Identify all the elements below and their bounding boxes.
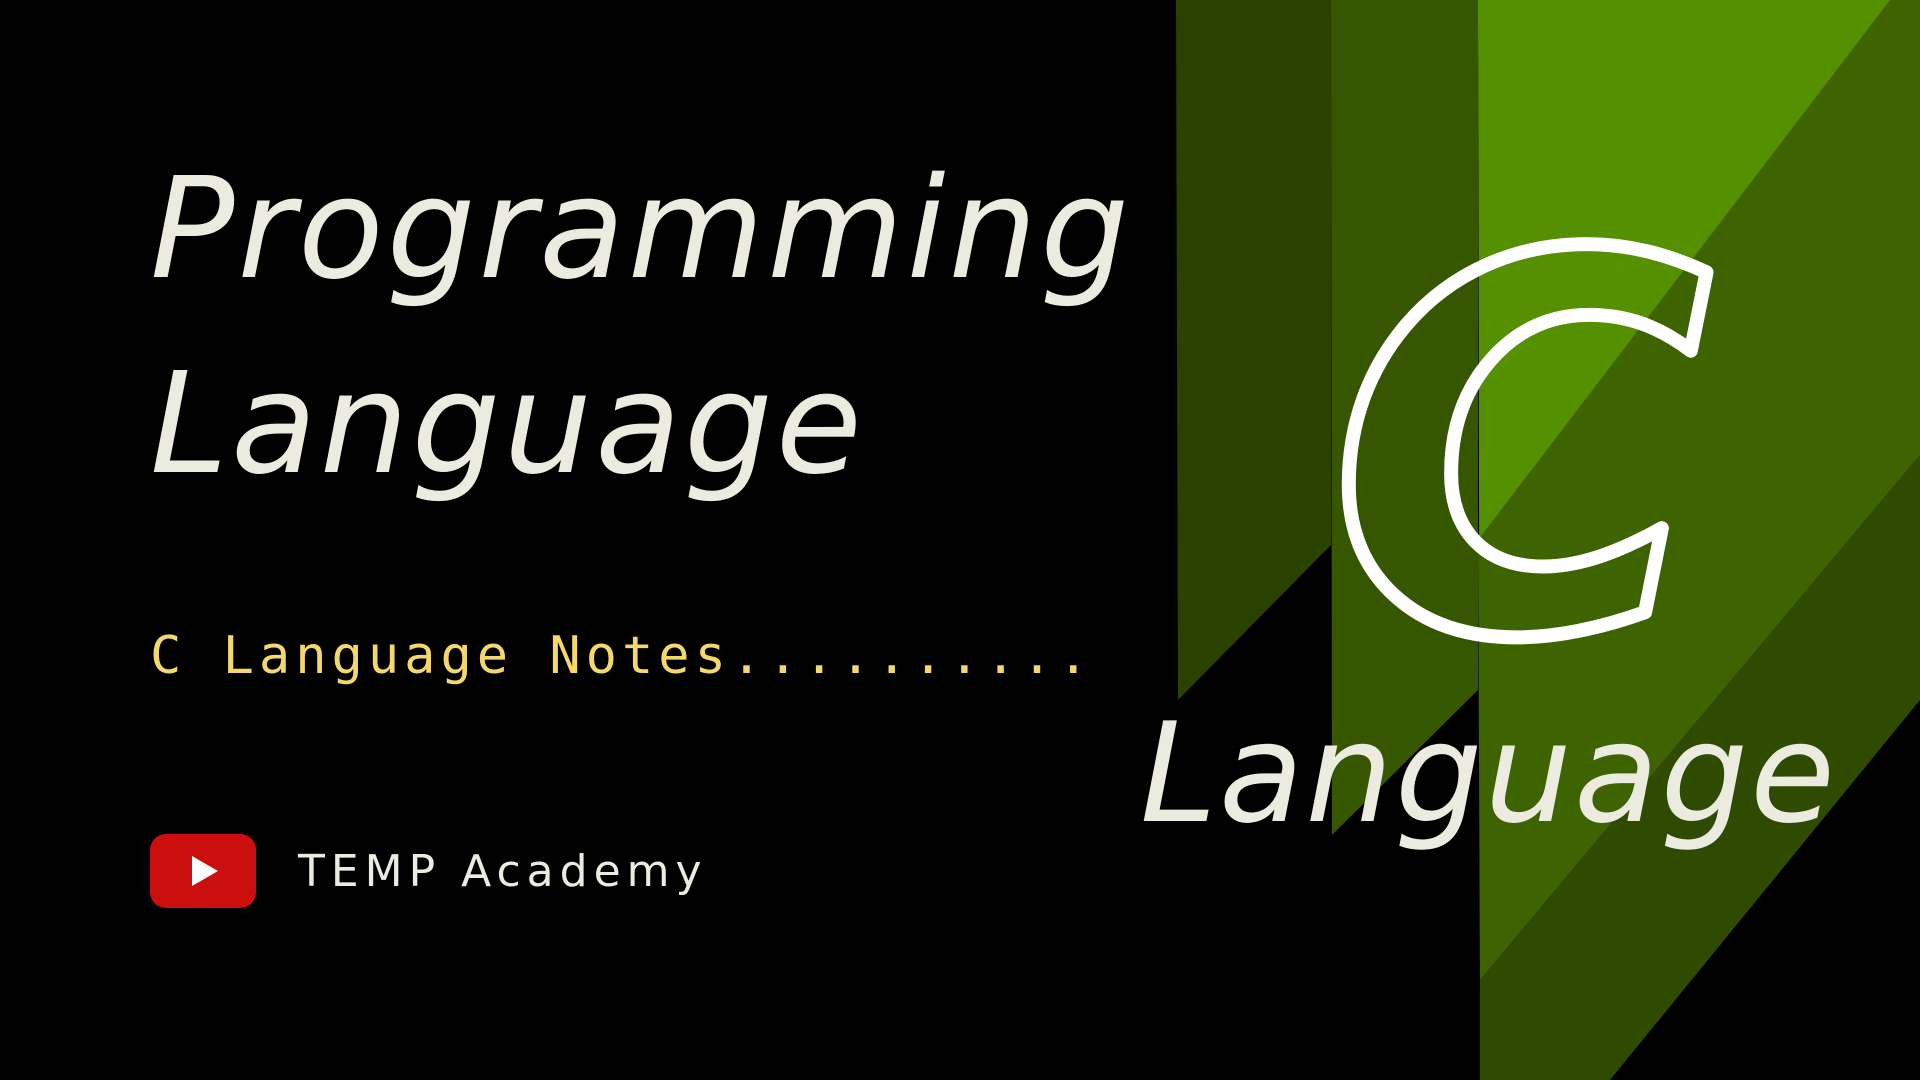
c-letter-logo: C: [1323, 140, 1719, 690]
thumbnail-canvas: Programming Language C Language Notes...…: [0, 0, 1920, 1080]
subtitle: C Language Notes..........: [150, 626, 1094, 686]
language-label: Language: [1140, 693, 1838, 854]
headline-line-1: Programming: [150, 148, 1133, 311]
channel-name[interactable]: TEMP Academy: [298, 846, 708, 897]
channel-branding: TEMP Academy: [150, 834, 708, 908]
youtube-play-icon[interactable]: [150, 834, 256, 908]
headline-line-2: Language: [150, 343, 865, 506]
c-letter-outline: C: [1330, 147, 1712, 690]
stripe-dark: [1176, 0, 1331, 700]
